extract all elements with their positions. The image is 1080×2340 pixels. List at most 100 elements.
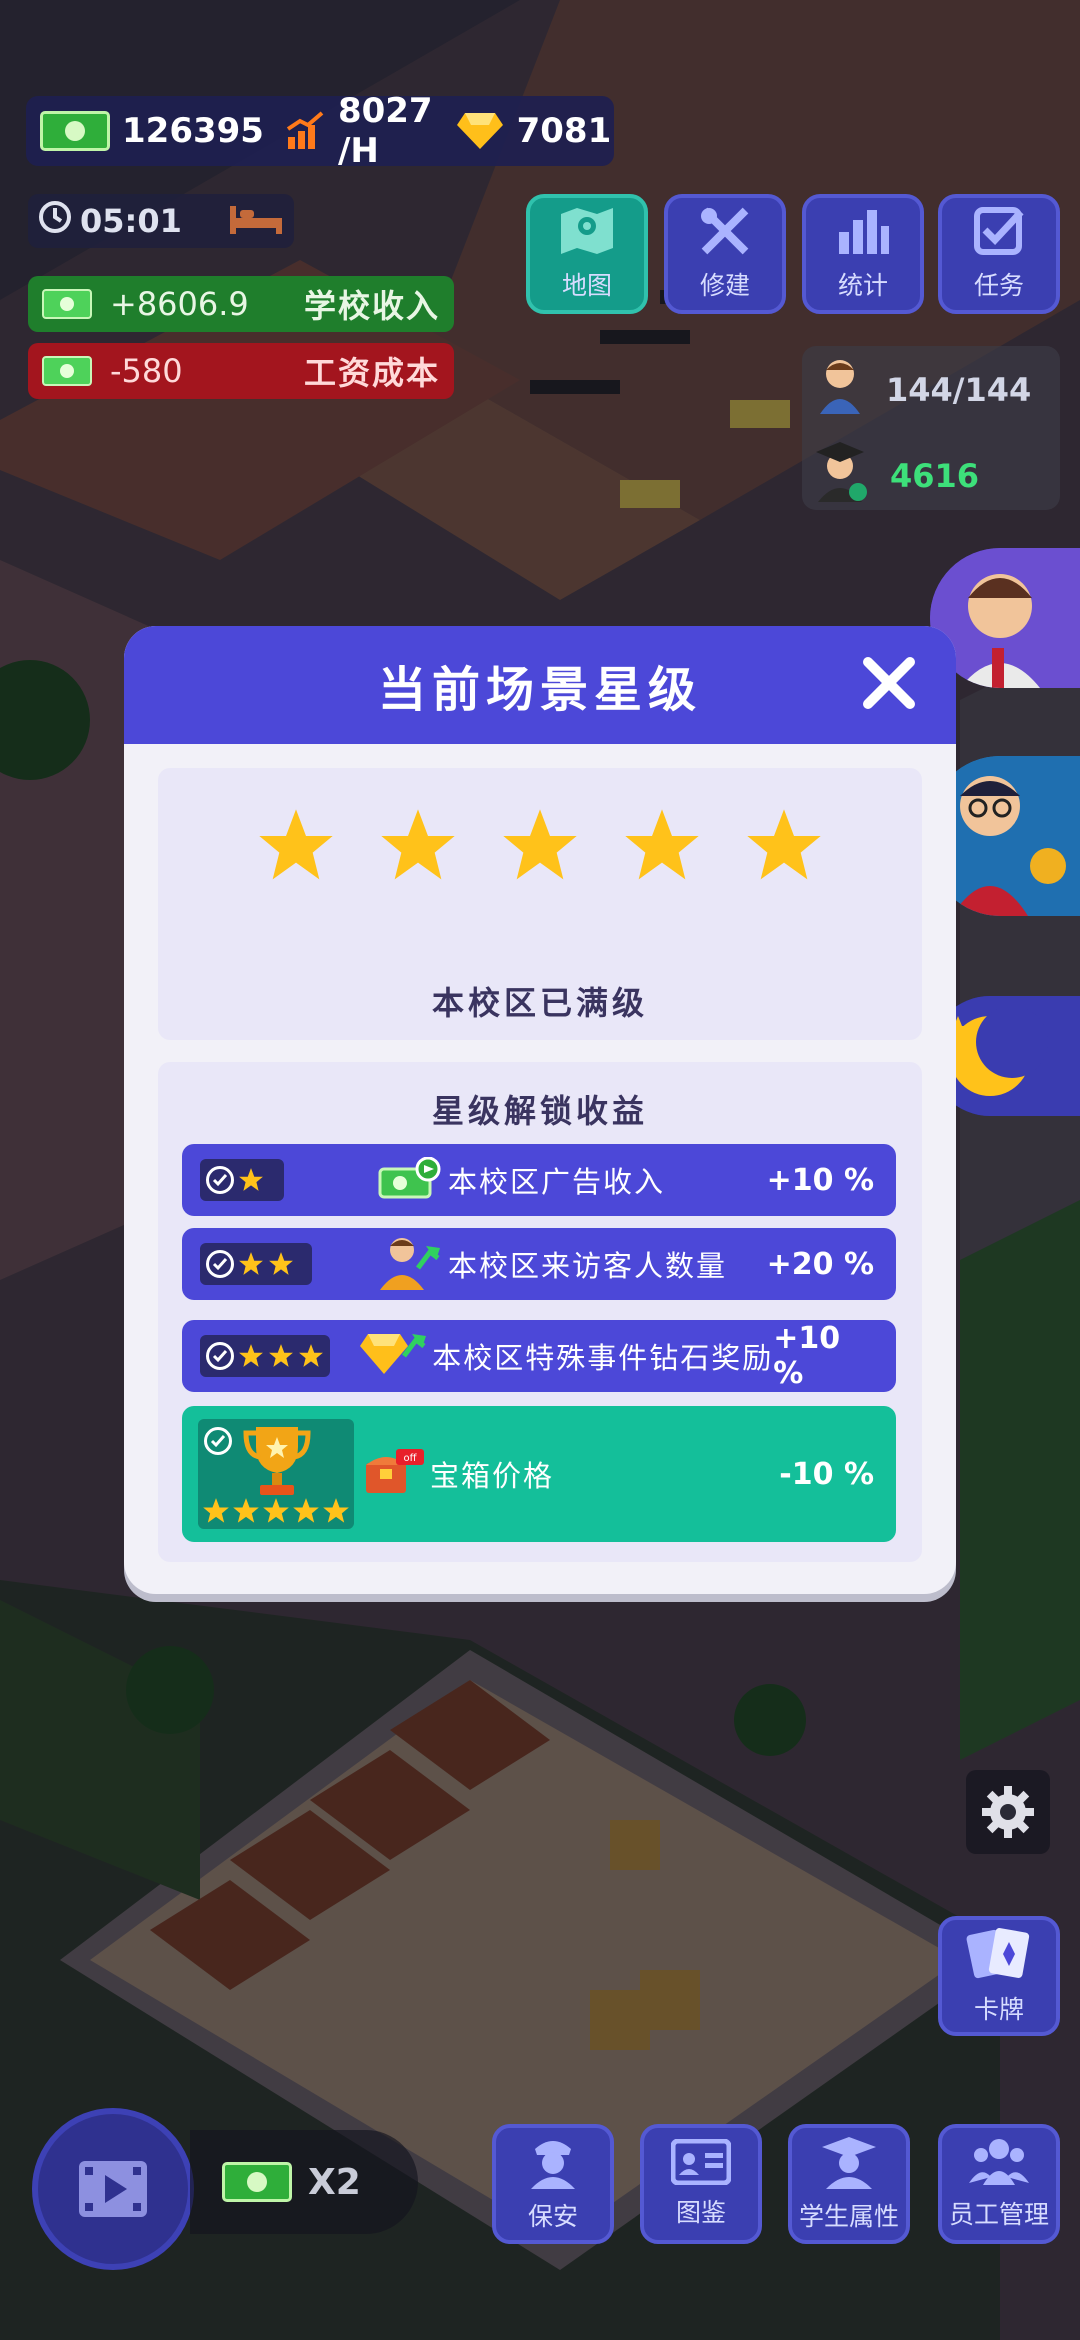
dialog-header: 当前场景星级 [124, 626, 956, 744]
bonus-label: 本校区广告收入 [448, 1165, 666, 1199]
bonus-label: 宝箱价格 [430, 1459, 555, 1493]
game-clock: 05:01 [28, 194, 294, 248]
cash-icon [42, 356, 92, 386]
cash-icon [222, 2162, 292, 2202]
bonus-label: 本校区特殊事件钻石奖励 [432, 1341, 774, 1375]
dialog-title: 当前场景星级 [377, 662, 702, 718]
graduate-count: 4616 [812, 440, 979, 512]
salary-cost-row[interactable]: -580 工资成本 [28, 343, 454, 399]
security-guard-icon [525, 2135, 581, 2195]
rating-star-icon [259, 809, 333, 880]
bed-icon[interactable] [228, 198, 284, 244]
gear-icon [982, 1786, 1034, 1838]
rating-star-icon [381, 809, 455, 880]
cards-icon [964, 1926, 1034, 1988]
student-attributes-button[interactable]: 学生属性 [788, 2124, 910, 2244]
resource-bar: 126395 8027 /H 7081 [26, 91, 614, 171]
check-icon [206, 1250, 234, 1278]
tasks-button[interactable]: 任务 [938, 194, 1060, 314]
cash-icon [42, 289, 92, 319]
close-button[interactable] [856, 650, 922, 716]
income-rate-value: 8027 /H [337, 91, 433, 171]
staff-management-button[interactable]: 员工管理 [938, 2124, 1060, 2244]
star-icon [239, 1344, 263, 1367]
cards-label: 卡牌 [973, 1995, 1024, 2024]
tier-badge-5-star [198, 1419, 354, 1529]
build-label: 修建 [699, 271, 750, 300]
security-label: 保安 [527, 2202, 578, 2231]
bonus-row-ad-income: 本校区广告收入 +10 % [182, 1144, 896, 1216]
school-income-label: 学校收入 [303, 287, 440, 325]
salary-cost-value: -580 [110, 352, 183, 390]
gem-value: 7081 [516, 111, 612, 151]
bonus-value: -10 % [779, 1456, 874, 1492]
graduate-icon [812, 440, 872, 512]
star-icon [293, 1498, 319, 1523]
staff-group-icon [969, 2137, 1029, 2193]
bonus-title: 星级解锁收益 [431, 1092, 648, 1130]
settings-button[interactable] [966, 1770, 1050, 1854]
bonus-value: +10 % [773, 1321, 841, 1391]
star-rating-dialog: 当前场景星级 本校区已满级 星级解锁收益 本校区广告收入 +10 % 本校区来访… [124, 626, 956, 1594]
staff-management-label: 员工管理 [948, 2200, 1049, 2229]
clock-time: 05:01 [80, 202, 182, 240]
cash-icon [40, 111, 110, 151]
salary-cost-label: 工资成本 [303, 354, 440, 392]
star-icon [323, 1498, 349, 1523]
population-panel: 144/144 4616 [802, 346, 1060, 510]
staff-count: 144/144 [812, 356, 1031, 424]
diamond-icon [360, 1330, 427, 1382]
map-button[interactable]: 地图 [526, 194, 648, 314]
cash-counter: 126395 [40, 111, 264, 151]
tier-badge-2-star [200, 1243, 312, 1285]
catalog-button[interactable]: 图鉴 [640, 2124, 762, 2244]
rating-star-icon [503, 809, 577, 880]
bonus-row-chest-price: off 宝箱价格 -10 % [182, 1406, 896, 1542]
statistics-button[interactable]: 统计 [802, 194, 924, 314]
rating-star-icon [625, 809, 699, 880]
star-rating [158, 806, 922, 886]
bonus-value: +10 % [766, 1162, 874, 1198]
multiplier-label: X2 [308, 2161, 361, 2203]
staff-count-value: 144/144 [886, 371, 1032, 409]
trophy-icon [243, 1427, 311, 1495]
check-icon [204, 1427, 232, 1455]
check-icon [206, 1166, 234, 1194]
tier-badge-3-star [200, 1335, 331, 1377]
star-icon [269, 1252, 293, 1275]
graduate-icon [820, 2135, 878, 2195]
catalog-label: 图鉴 [675, 2198, 726, 2227]
map-label: 地图 [561, 271, 612, 300]
five-star-row [202, 1497, 350, 1525]
school-income-row[interactable]: +8606.9 学校收入 [28, 276, 454, 332]
star-icon [239, 1168, 263, 1191]
cards-button[interactable]: 卡牌 [938, 1916, 1060, 2036]
clock-icon [38, 200, 72, 242]
close-icon [863, 657, 915, 709]
build-button[interactable]: 修建 [664, 194, 786, 314]
id-card-icon [670, 2138, 732, 2191]
chest-discount-icon: off [362, 1447, 424, 1501]
star-bonus-panel: 星级解锁收益 本校区广告收入 +10 % 本校区来访客人数量 +20 % 本校区… [158, 1062, 922, 1562]
star-icon [269, 1344, 293, 1367]
watch-video-button[interactable] [32, 2108, 194, 2270]
bar-chart-icon [835, 206, 891, 262]
star-icon [263, 1498, 289, 1523]
cash-value: 126395 [122, 111, 264, 151]
video-play-icon [79, 2161, 147, 2217]
star-icon [239, 1252, 263, 1275]
bonus-row-diamond-reward: 本校区特殊事件钻石奖励 +10 % [182, 1320, 896, 1392]
security-button[interactable]: 保安 [492, 2124, 614, 2244]
star-icon [233, 1498, 259, 1523]
max-level-text: 本校区已满级 [431, 984, 648, 1022]
statistics-label: 统计 [837, 271, 888, 300]
gem-counter: 7081 [455, 111, 612, 151]
star-icon [203, 1498, 229, 1523]
school-income-value: +8606.9 [110, 285, 249, 323]
svg-text:off: off [403, 1453, 417, 1464]
build-tools-icon [697, 206, 753, 262]
visitor-icon [378, 1234, 442, 1294]
person-icon [812, 356, 868, 424]
task-check-icon [971, 206, 1027, 262]
income-multiplier[interactable]: X2 [190, 2130, 418, 2234]
